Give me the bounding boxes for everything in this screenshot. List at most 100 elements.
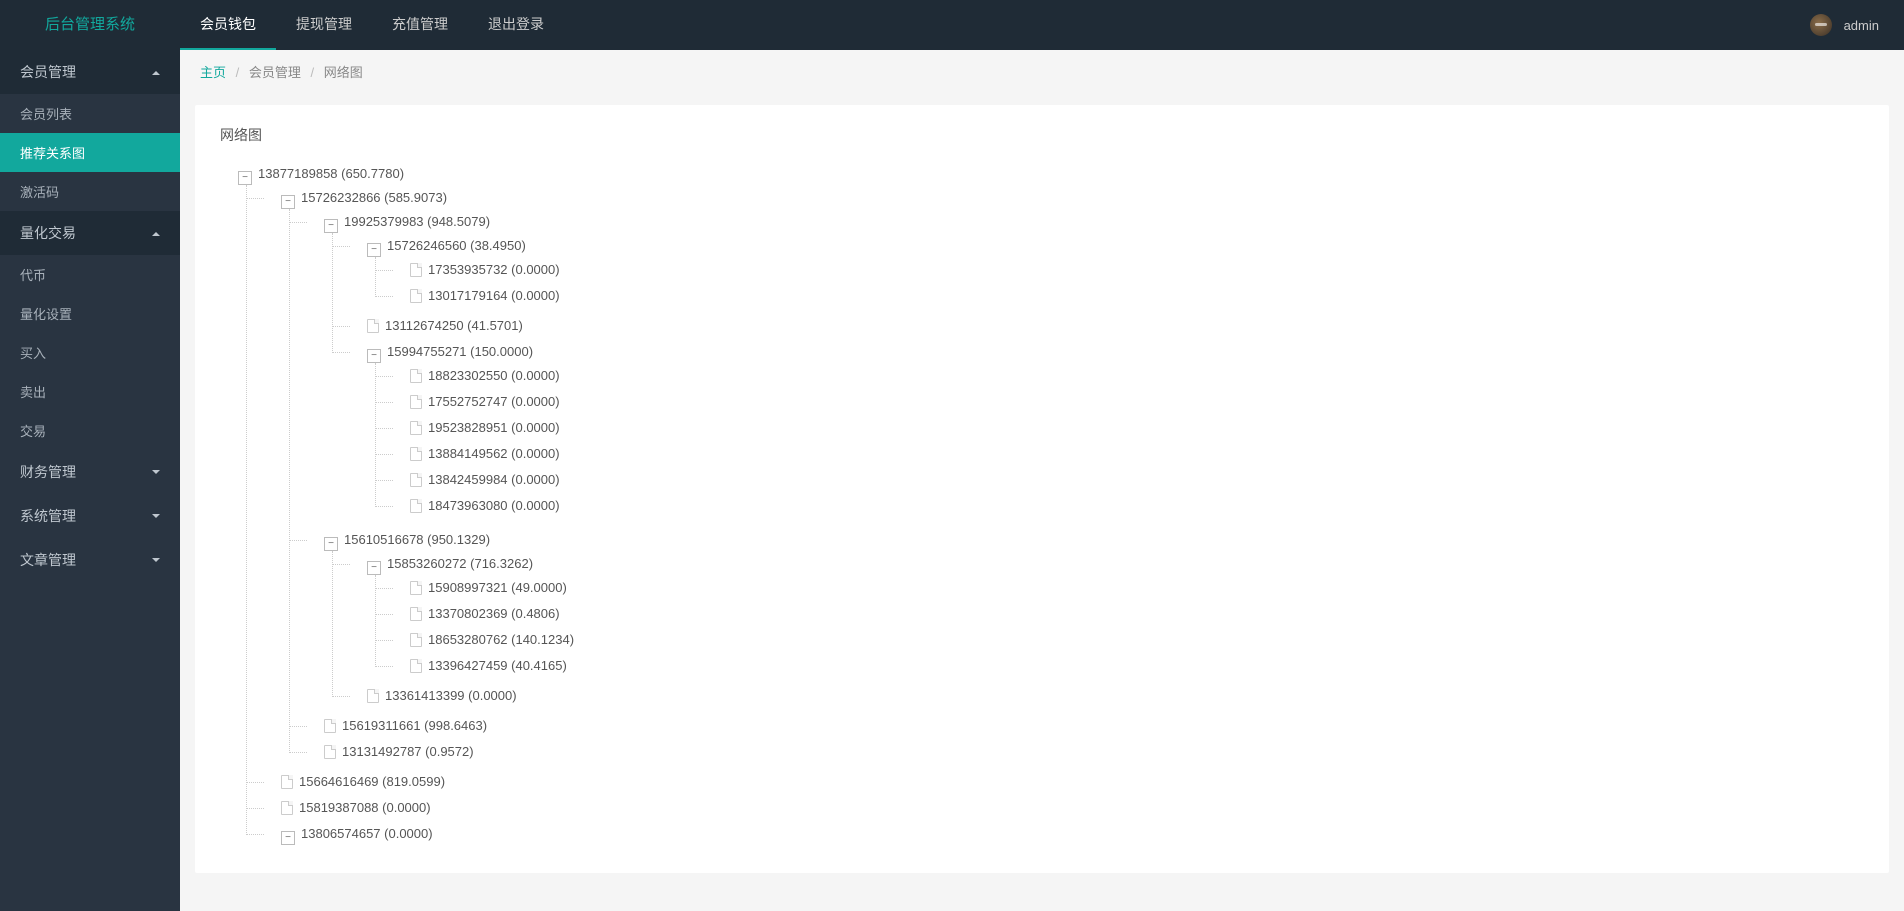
file-icon	[281, 801, 293, 815]
sidebar-member-mgmt[interactable]: 会员管理	[0, 50, 180, 94]
tree-node: 18653280762 (140.1234)	[392, 627, 1864, 653]
sidebar-system-mgmt[interactable]: 系统管理	[0, 494, 180, 538]
tree-node-label[interactable]: 13370802369 (0.4806)	[428, 606, 560, 621]
tree-node-label[interactable]: 13361413399 (0.0000)	[385, 688, 517, 703]
breadcrumb-home[interactable]: 主页	[200, 65, 226, 80]
sidebar-member-list[interactable]: 会员列表	[0, 94, 180, 133]
breadcrumb-sep: /	[236, 65, 240, 80]
collapse-icon[interactable]: −	[367, 349, 381, 363]
avatar	[1810, 14, 1832, 36]
nav-logout[interactable]: 退出登录	[468, 0, 564, 50]
file-icon	[410, 369, 422, 383]
topbar: 后台管理系统 会员钱包 提现管理 充值管理 退出登录 admin	[0, 0, 1904, 50]
file-icon	[410, 659, 422, 673]
tree-node-label[interactable]: 13112674250 (41.5701)	[385, 318, 523, 333]
tree-node: 18823302550 (0.0000)	[392, 363, 1864, 389]
tree-node-label[interactable]: 15908997321 (49.0000)	[428, 580, 567, 595]
tree-node: −15726246560 (38.4950) 17353935732 (0.000…	[349, 233, 1864, 313]
nav-wallet[interactable]: 会员钱包	[180, 0, 276, 50]
tree-node-label[interactable]: 15726246560 (38.4950)	[387, 238, 526, 253]
tree-node: 13017179164 (0.0000)	[392, 283, 1864, 309]
sidebar-buy[interactable]: 买入	[0, 333, 180, 372]
file-icon	[410, 289, 422, 303]
file-icon	[324, 745, 336, 759]
sidebar-sell[interactable]: 卖出	[0, 372, 180, 411]
tree-node-label[interactable]: 19523828951 (0.0000)	[428, 420, 560, 435]
tree-node-label[interactable]: 15619311661 (998.6463)	[342, 718, 487, 733]
sidebar-trade[interactable]: 交易	[0, 411, 180, 450]
sidebar-label: 会员管理	[20, 62, 76, 82]
chevron-down-icon	[152, 558, 160, 566]
sidebar-activation-code[interactable]: 激活码	[0, 172, 180, 211]
sidebar-label: 量化交易	[20, 223, 76, 243]
nav-withdraw[interactable]: 提现管理	[276, 0, 372, 50]
tree-node-label[interactable]: 18653280762 (140.1234)	[428, 632, 574, 647]
tree-node-label[interactable]: 18473963080 (0.0000)	[428, 498, 560, 513]
chevron-down-icon	[152, 470, 160, 478]
tree-node: −15994755271 (150.0000) 18823302550 (0.00…	[349, 339, 1864, 523]
tree-node-label[interactable]: 17552752747 (0.0000)	[428, 394, 560, 409]
file-icon	[367, 689, 379, 703]
sidebar-token[interactable]: 代币	[0, 255, 180, 294]
tree-node: 17353935732 (0.0000)	[392, 257, 1864, 283]
file-icon	[410, 473, 422, 487]
nav-recharge[interactable]: 充值管理	[372, 0, 468, 50]
sidebar: 会员管理 会员列表 推荐关系图 激活码 量化交易 代币 量化设置 买入 卖出 交…	[0, 50, 180, 911]
file-icon	[410, 447, 422, 461]
sidebar-finance-mgmt[interactable]: 财务管理	[0, 450, 180, 494]
file-icon	[410, 581, 422, 595]
tree-node-label[interactable]: 15994755271 (150.0000)	[387, 344, 533, 359]
tree-node: 15908997321 (49.0000)	[392, 575, 1864, 601]
collapse-icon[interactable]: −	[367, 561, 381, 575]
tree-node: 19523828951 (0.0000)	[392, 415, 1864, 441]
file-icon	[410, 421, 422, 435]
collapse-icon[interactable]: −	[281, 195, 295, 209]
tree-node-label[interactable]: 18823302550 (0.0000)	[428, 368, 560, 383]
file-icon	[367, 319, 379, 333]
user-area[interactable]: admin	[1810, 14, 1904, 36]
tree-node-label[interactable]: 13396427459 (40.4165)	[428, 658, 567, 673]
file-icon	[410, 633, 422, 647]
tree-node: 18473963080 (0.0000)	[392, 493, 1864, 519]
sidebar-label: 财务管理	[20, 462, 76, 482]
tree-node-label[interactable]: 13131492787 (0.9572)	[342, 744, 474, 759]
collapse-icon[interactable]: −	[367, 243, 381, 257]
tree-node-label[interactable]: 15610516678 (950.1329)	[344, 532, 490, 547]
file-icon	[410, 263, 422, 277]
tree-node-label[interactable]: 15853260272 (716.3262)	[387, 556, 533, 571]
tree-node-label[interactable]: 15726232866 (585.9073)	[301, 190, 447, 205]
tree-node: 13112674250 (41.5701)	[349, 313, 1864, 339]
collapse-icon[interactable]: −	[281, 831, 295, 845]
chevron-up-icon	[152, 67, 160, 75]
tree-node-label[interactable]: 19925379983 (948.5079)	[344, 214, 490, 229]
file-icon	[281, 775, 293, 789]
sidebar-article-mgmt[interactable]: 文章管理	[0, 538, 180, 582]
tree-node-label[interactable]: 13842459984 (0.0000)	[428, 472, 560, 487]
tree-node: 13842459984 (0.0000)	[392, 467, 1864, 493]
tree-node-label[interactable]: 13877189858 (650.7780)	[258, 166, 404, 181]
tree-node: 13370802369 (0.4806)	[392, 601, 1864, 627]
sidebar-quant-trade[interactable]: 量化交易	[0, 211, 180, 255]
file-icon	[410, 395, 422, 409]
collapse-icon[interactable]: −	[324, 219, 338, 233]
network-tree: −13877189858 (650.7780)−15726232866 (585…	[220, 161, 1864, 853]
sidebar-quant-setting[interactable]: 量化设置	[0, 294, 180, 333]
chevron-up-icon	[152, 228, 160, 236]
tree-node-label[interactable]: 15664616469 (819.0599)	[299, 774, 445, 789]
tree-node-label[interactable]: 13884149562 (0.0000)	[428, 446, 560, 461]
tree-node-label[interactable]: 13017179164 (0.0000)	[428, 288, 560, 303]
breadcrumb: 主页 / 会员管理 / 网络图	[180, 50, 1904, 93]
collapse-icon[interactable]: −	[324, 537, 338, 551]
tree-node: −15853260272 (716.3262) 15908997321 (49.0…	[349, 551, 1864, 683]
tree-node: −19925379983 (948.5079)−15726246560 (38.…	[306, 209, 1864, 527]
collapse-icon[interactable]: −	[238, 171, 252, 185]
tree-node-label[interactable]: 13806574657 (0.0000)	[301, 826, 433, 841]
tree-node: 13131492787 (0.9572)	[306, 739, 1864, 765]
file-icon	[410, 499, 422, 513]
tree-node-label[interactable]: 15819387088 (0.0000)	[299, 800, 431, 815]
breadcrumb-current: 网络图	[324, 65, 363, 80]
sidebar-referral-chart[interactable]: 推荐关系图	[0, 133, 180, 172]
tree-node: 17552752747 (0.0000)	[392, 389, 1864, 415]
tree-node: 13396427459 (40.4165)	[392, 653, 1864, 679]
tree-node-label[interactable]: 17353935732 (0.0000)	[428, 262, 560, 277]
